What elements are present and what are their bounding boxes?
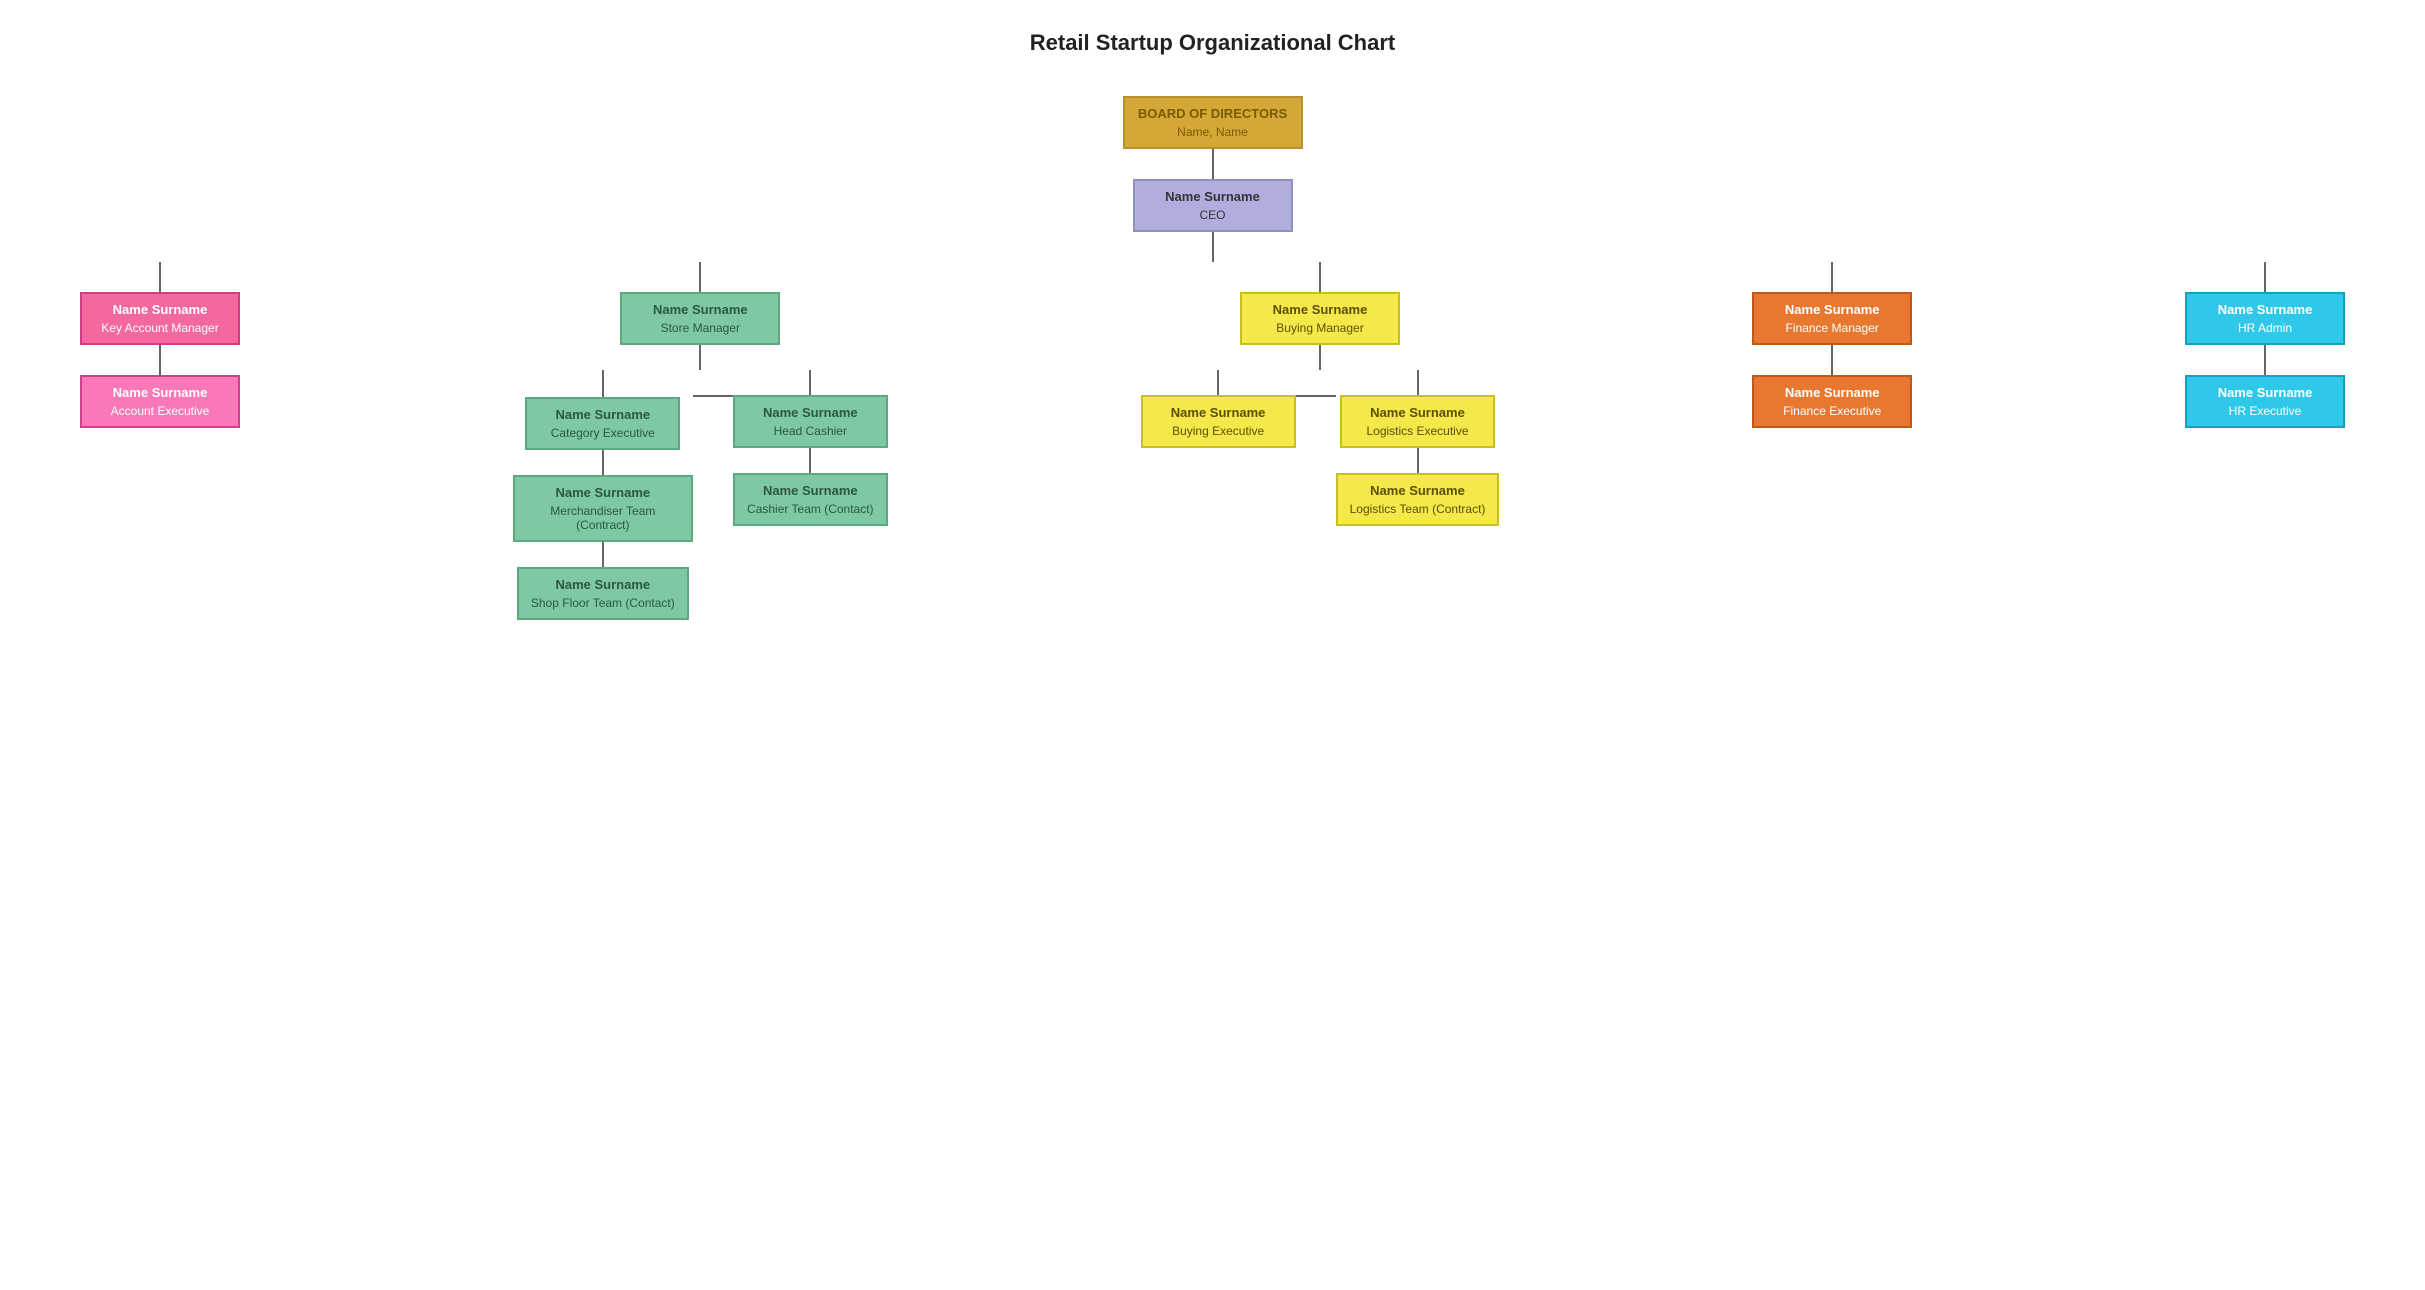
kam-node: Name Surname Key Account Manager [80, 292, 240, 345]
v-line-board-ceo [1212, 149, 1214, 179]
finance-manager-node: Name Surname Finance Manager [1752, 292, 1912, 345]
vl-kam-top [159, 262, 161, 292]
vl-logistics-team [1417, 448, 1419, 473]
level2-connector: Name Surname Key Account Manager Name Su… [20, 262, 2405, 620]
page-title: Retail Startup Organizational Chart [20, 30, 2405, 56]
merchandiser-node: Name Surname Merchandiser Team (Contract… [513, 475, 693, 542]
vl-cashier [809, 370, 811, 395]
logistics-exec-node: Name Surname Logistics Executive [1340, 395, 1495, 448]
vl-merch [602, 450, 604, 475]
hr-branch: Name Surname HR Admin Name Surname HR Ex… [2185, 262, 2345, 428]
ceo-node: Name Surname CEO [1133, 179, 1293, 232]
vl-store-mid [699, 345, 701, 370]
cashier-col: Name Surname Head Cashier Name Surname C… [733, 370, 888, 526]
store-branch: Name Surname Store Manager Name [513, 262, 888, 620]
kam-role: Key Account Manager [101, 321, 218, 335]
vl-hr-mid [2264, 345, 2266, 375]
board-node: BOARD OF DIRECTORS Name, Name [1123, 96, 1303, 149]
acct-exec-role: Account Executive [111, 404, 210, 418]
board-container: BOARD OF DIRECTORS Name, Name [1123, 96, 1303, 179]
logistics-team-node: Name Surname Logistics Team (Contract) [1336, 473, 1500, 526]
acct-exec-name: Name Surname [113, 385, 208, 400]
h-buying-mid [1296, 395, 1336, 397]
board-role: Name, Name [1177, 125, 1248, 139]
buying-exec-node: Name Surname Buying Executive [1141, 395, 1296, 448]
shop-floor-node: Name Surname Shop Floor Team (Contact) [517, 567, 689, 620]
buying-branch: Name Surname Buying Manager Name Surname… [1141, 262, 1500, 526]
vl-shop [602, 542, 604, 567]
store-h-row: Name Surname Category Executive Name Sur… [513, 370, 888, 620]
head-cashier-node: Name Surname Head Cashier [733, 395, 888, 448]
vl-buying-mid [1319, 345, 1321, 370]
vl-cat [602, 372, 604, 397]
account-exec-node: Name Surname Account Executive [80, 375, 240, 428]
category-exec-node: Name Surname Category Executive [525, 397, 680, 450]
vl-hr-top [2264, 262, 2266, 292]
ceo-name: Name Surname [1165, 189, 1260, 204]
vl-finance-mid [1831, 345, 1833, 375]
store-mgr-role: Store Manager [661, 321, 740, 335]
hr-admin-node: Name Surname HR Admin [2185, 292, 2345, 345]
cat-exec-sub: Name Surname Category Executive Name Sur… [513, 372, 693, 620]
cat-children: Name Surname Category Executive Name Sur… [513, 372, 693, 620]
cat-exec-col: Name Surname Category Executive Name Sur… [513, 370, 693, 620]
buying-manager-node: Name Surname Buying Manager [1240, 292, 1400, 345]
vl-logistics-exec [1417, 370, 1419, 395]
v-line-ceo-level2 [1212, 232, 1214, 262]
h-store-mid [693, 395, 733, 397]
vl-cashier-team [809, 448, 811, 473]
finance-exec-node: Name Surname Finance Executive [1752, 375, 1912, 428]
hr-exec-node: Name Surname HR Executive [2185, 375, 2345, 428]
org-chart: BOARD OF DIRECTORS Name, Name Name Surna… [20, 96, 2405, 620]
vl-buying-top [1319, 262, 1321, 292]
store-manager-node: Name Surname Store Manager [620, 292, 780, 345]
ceo-container: Name Surname CEO [1133, 179, 1293, 262]
buying-exec-col: Name Surname Buying Executive [1141, 370, 1296, 448]
logistics-exec-col: Name Surname Logistics Executive Name Su… [1336, 370, 1500, 526]
store-children-wrapper: Name Surname Category Executive Name Sur… [513, 370, 888, 620]
ceo-role: CEO [1199, 208, 1225, 222]
board-name: BOARD OF DIRECTORS [1138, 106, 1287, 121]
vl-finance-top [1831, 262, 1833, 292]
finance-branch: Name Surname Finance Manager Name Surnam… [1752, 262, 1912, 428]
vl-store-top [699, 262, 701, 292]
vl-buying-exec [1217, 370, 1219, 395]
kam-name: Name Surname [113, 302, 208, 317]
vl-kam-bottom [159, 345, 161, 375]
buying-children-row: Name Surname Buying Executive Name Surna… [1141, 370, 1500, 526]
cashier-team-node: Name Surname Cashier Team (Contact) [733, 473, 888, 526]
store-mgr-name: Name Surname [653, 302, 748, 317]
kam-branch: Name Surname Key Account Manager Name Su… [80, 262, 240, 428]
